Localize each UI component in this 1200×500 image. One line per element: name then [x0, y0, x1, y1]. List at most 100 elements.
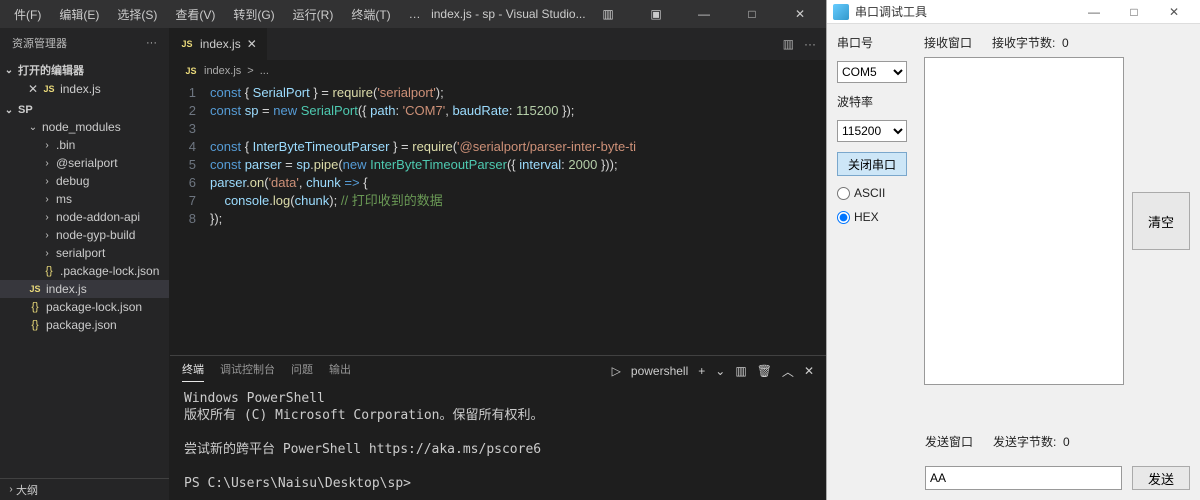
layout-icon[interactable]: ▥: [588, 0, 628, 28]
chevron-right-icon: ›: [6, 484, 16, 495]
more-icon[interactable]: ···: [804, 37, 816, 51]
close-icon[interactable]: ✕: [28, 82, 38, 96]
close-port-button[interactable]: 关闭串口: [837, 152, 907, 176]
project-header[interactable]: ⌄ SP: [0, 102, 169, 118]
terminal-tab-output[interactable]: 输出: [329, 361, 351, 381]
menubar: 件(F) 编辑(E) 选择(S) 查看(V) 转到(G) 运行(R) 终端(T)…: [0, 0, 826, 28]
port-select[interactable]: COM5: [837, 61, 907, 83]
more-icon[interactable]: ···: [146, 37, 157, 49]
shell-icon[interactable]: ▷: [612, 364, 621, 378]
close-icon[interactable]: ✕: [247, 37, 257, 51]
breadcrumb-item: index.js: [204, 65, 241, 77]
chevron-right-icon: >: [247, 65, 253, 77]
js-icon: JS: [28, 284, 42, 294]
layout-icon[interactable]: ▣: [636, 0, 676, 28]
baud-select[interactable]: 115200: [837, 120, 907, 142]
tree-item-serialport[interactable]: ›serialport: [0, 244, 169, 262]
breadcrumb-item: ...: [260, 65, 269, 77]
send-bytes-value: 0: [1063, 435, 1070, 449]
menu-view[interactable]: 查看(V): [167, 3, 223, 26]
json-icon: {}: [28, 301, 42, 313]
explorer-sidebar: 资源管理器 ··· ⌄ 打开的编辑器 ✕ JS index.js ⌄ SP: [0, 28, 170, 500]
serial-tool-window: 串口调试工具 — □ ✕ 串口号 COM5 波特率 115200 关闭串口 AS…: [826, 0, 1200, 500]
window-title: index.js - sp - Visual Studio...: [431, 7, 586, 21]
menu-file[interactable]: 件(F): [6, 3, 49, 26]
ascii-radio[interactable]: ASCII: [837, 186, 912, 200]
file-label: package.json: [46, 318, 117, 332]
project-label: SP: [18, 104, 33, 116]
recv-bytes-label: 接收字节数:: [992, 36, 1055, 50]
tree-item-ms[interactable]: ›ms: [0, 190, 169, 208]
file-label: debug: [56, 174, 89, 188]
send-button[interactable]: 发送: [1132, 466, 1190, 490]
tree-item-node-addon-api[interactable]: ›node-addon-api: [0, 208, 169, 226]
shell-label[interactable]: powershell: [631, 364, 688, 378]
tree-item-debug[interactable]: › debug: [0, 172, 169, 190]
file-label: .package-lock.json: [60, 264, 159, 278]
minimize-icon[interactable]: —: [684, 0, 724, 28]
editor-tabs: JS index.js ✕ ▥ ···: [170, 28, 826, 60]
terminal-content[interactable]: Windows PowerShell版权所有 (C) Microsoft Cor…: [170, 386, 826, 500]
menu-run[interactable]: 运行(R): [285, 3, 342, 26]
chevron-down-icon: ⌄: [4, 105, 14, 116]
serial-titlebar: 串口调试工具 — □ ✕: [827, 0, 1200, 24]
tree-item-.bin[interactable]: ›.bin: [0, 136, 169, 154]
tree-item-package.json[interactable]: {}package.json: [0, 316, 169, 334]
close-icon[interactable]: ✕: [1154, 0, 1194, 24]
menu-selection[interactable]: 选择(S): [109, 3, 165, 26]
tree-item-@serialport[interactable]: ›@serialport: [0, 154, 169, 172]
tree-item-package-lock.json[interactable]: {} package-lock.json: [0, 298, 169, 316]
chevron-up-icon[interactable]: ︿: [782, 363, 794, 380]
file-label: package-lock.json: [46, 300, 142, 314]
breadcrumb[interactable]: JS index.js > ...: [170, 60, 826, 82]
recv-textarea[interactable]: [924, 57, 1124, 385]
file-label: node-gyp-build: [56, 228, 135, 242]
outline-header[interactable]: › 大纲: [0, 478, 169, 500]
menu-edit[interactable]: 编辑(E): [51, 3, 107, 26]
outline-label: 大纲: [16, 482, 38, 498]
close-icon[interactable]: ✕: [780, 0, 820, 28]
tab-index-js[interactable]: JS index.js ✕: [170, 28, 268, 60]
recv-label: 接收窗口: [924, 34, 972, 51]
tab-label: index.js: [200, 37, 241, 51]
menu-terminal[interactable]: 终端(T): [343, 3, 398, 26]
chevron-right-icon: ›: [42, 140, 52, 151]
file-label: serialport: [56, 246, 105, 260]
open-editor-item[interactable]: ✕ JS index.js: [0, 80, 169, 98]
split-icon[interactable]: ▥: [735, 364, 746, 378]
clear-button[interactable]: 清空: [1132, 192, 1190, 250]
hex-radio[interactable]: HEX: [837, 210, 912, 224]
baud-label: 波特率: [837, 93, 912, 110]
json-icon: {}: [42, 265, 56, 277]
tree-item-.package-lock.json[interactable]: {} .package-lock.json: [0, 262, 169, 280]
maximize-icon[interactable]: □: [1114, 0, 1154, 24]
tree-item-node_modules[interactable]: ⌄node_modules: [0, 118, 169, 136]
code-content[interactable]: const { SerialPort } = require('serialpo…: [210, 82, 826, 355]
file-label: node-addon-api: [56, 210, 140, 224]
minimize-icon[interactable]: —: [1074, 0, 1114, 24]
split-icon[interactable]: ▥: [783, 37, 794, 51]
file-label: ms: [56, 192, 72, 206]
close-icon[interactable]: ✕: [804, 364, 814, 378]
terminal-tab-problems[interactable]: 问题: [291, 361, 313, 381]
open-editors-header[interactable]: ⌄ 打开的编辑器: [0, 60, 169, 80]
open-editors-label: 打开的编辑器: [18, 62, 84, 78]
file-label: index.js: [60, 82, 101, 96]
tree-item-node-gyp-build[interactable]: › node-gyp-build: [0, 226, 169, 244]
file-label: node_modules: [42, 120, 121, 134]
chevron-down-icon[interactable]: ⌄: [715, 364, 725, 378]
add-terminal-icon[interactable]: +: [698, 364, 705, 378]
app-logo-icon: [833, 4, 849, 20]
trash-icon[interactable]: 🗑: [757, 364, 772, 378]
chevron-right-icon: ›: [42, 176, 52, 187]
js-icon: JS: [42, 84, 56, 94]
send-input[interactable]: [925, 466, 1122, 490]
chevron-right-icon: ›: [42, 230, 52, 241]
maximize-icon[interactable]: □: [732, 0, 772, 28]
menu-more[interactable]: …: [401, 4, 429, 24]
tree-item-index.js[interactable]: JSindex.js: [0, 280, 169, 298]
terminal-tab-debug[interactable]: 调试控制台: [220, 361, 275, 381]
menu-go[interactable]: 转到(G): [225, 3, 282, 26]
terminal-tab-terminal[interactable]: 终端: [182, 361, 204, 382]
code-editor[interactable]: 12345678 const { SerialPort } = require(…: [170, 82, 826, 355]
